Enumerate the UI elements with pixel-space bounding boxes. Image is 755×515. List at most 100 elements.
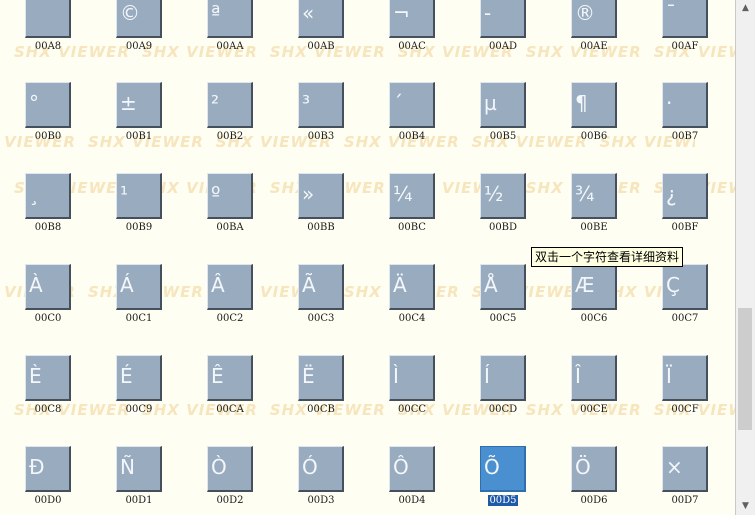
character-code-label[interactable]: 00B2	[200, 131, 260, 143]
character-tile[interactable]: ®	[571, 0, 617, 38]
character-tile[interactable]: Ë	[298, 355, 344, 401]
character-tile[interactable]: Æ	[571, 264, 617, 310]
character-code-label[interactable]: 00D7	[655, 495, 715, 507]
character-code-label[interactable]: 00AF	[655, 41, 715, 53]
character-tile[interactable]: Ô	[389, 446, 435, 492]
character-code-label[interactable]: 00AC	[382, 41, 442, 53]
character-code-label[interactable]: 00CB	[291, 404, 351, 416]
character-code-label[interactable]: 00C7	[655, 313, 715, 325]
character-tile[interactable]: Ó	[298, 446, 344, 492]
character-tile[interactable]: Í	[480, 355, 526, 401]
character-tile[interactable]: Ã	[298, 264, 344, 310]
character-tile[interactable]: Ö	[571, 446, 617, 492]
character-tile[interactable]: ¹	[116, 173, 162, 219]
character-code-label[interactable]: 00D3	[291, 495, 351, 507]
character-code-label[interactable]: 00C9	[109, 404, 169, 416]
character-tile[interactable]: ¯	[662, 0, 708, 38]
character-tile[interactable]: Ì	[389, 355, 435, 401]
character-code-label[interactable]: 00CE	[564, 404, 624, 416]
character-code-label[interactable]: 00AB	[291, 41, 351, 53]
character-code-label[interactable]: 00B1	[109, 131, 169, 143]
character-tile[interactable]: »	[298, 173, 344, 219]
character-tile[interactable]: °	[25, 82, 71, 128]
character-tile[interactable]: Å	[480, 264, 526, 310]
character-tile[interactable]	[25, 0, 71, 38]
character-tile[interactable]: ³	[298, 82, 344, 128]
character-code-label[interactable]: 00C1	[109, 313, 169, 325]
character-code-label[interactable]: 00A9	[109, 41, 169, 53]
character-tile[interactable]: Ï	[662, 355, 708, 401]
character-code-label[interactable]: 00BA	[200, 222, 260, 234]
scroll-up-arrow-icon[interactable]: ▲	[736, 0, 755, 17]
character-tile[interactable]: Î	[571, 355, 617, 401]
character-code-label[interactable]: 00C8	[18, 404, 78, 416]
character-tile[interactable]: ¾	[571, 173, 617, 219]
character-code-label[interactable]: 00D2	[200, 495, 260, 507]
character-tile[interactable]: Ò	[207, 446, 253, 492]
character-tile[interactable]: È	[25, 355, 71, 401]
scroll-down-arrow-icon[interactable]: ▼	[736, 498, 755, 515]
character-tile[interactable]: Ñ	[116, 446, 162, 492]
scrollbar-thumb[interactable]	[738, 308, 752, 430]
character-tile[interactable]: «	[298, 0, 344, 38]
character-code-label[interactable]: 00C5	[473, 313, 533, 325]
character-code-label[interactable]: 00C2	[200, 313, 260, 325]
character-tile[interactable]: É	[116, 355, 162, 401]
character-tile[interactable]: Ä	[389, 264, 435, 310]
character-code-label[interactable]: 00D4	[382, 495, 442, 507]
character-code-label[interactable]: 00B0	[18, 131, 78, 143]
character-tile[interactable]: -	[480, 0, 526, 38]
character-tile[interactable]: Õ	[480, 446, 526, 492]
character-code-label[interactable]: 00AA	[200, 41, 260, 53]
vertical-scrollbar[interactable]: ▲ ▼	[736, 0, 755, 515]
character-code-label[interactable]: 00BC	[382, 222, 442, 234]
character-tile[interactable]: ¶	[571, 82, 617, 128]
character-tile[interactable]: Ç	[662, 264, 708, 310]
character-tile[interactable]: À	[25, 264, 71, 310]
character-code-label[interactable]: 00CF	[655, 404, 715, 416]
character-code-label[interactable]: 00AD	[473, 41, 533, 53]
character-tile[interactable]: Â	[207, 264, 253, 310]
character-code-label[interactable]: 00C0	[18, 313, 78, 325]
character-tile[interactable]: ´	[389, 82, 435, 128]
character-code-label[interactable]: 00B7	[655, 131, 715, 143]
character-code-label[interactable]: 00B8	[18, 222, 78, 234]
character-code-label[interactable]: 00C6	[564, 313, 624, 325]
character-tile[interactable]: º	[207, 173, 253, 219]
character-code-label[interactable]: 00D1	[109, 495, 169, 507]
character-code-label[interactable]: 00B3	[291, 131, 351, 143]
character-code-label[interactable]: 00B6	[564, 131, 624, 143]
character-code-label[interactable]: 00AE	[564, 41, 624, 53]
character-code-label[interactable]: 00C3	[291, 313, 351, 325]
character-tile[interactable]: Ð	[25, 446, 71, 492]
character-code-label[interactable]: 00B4	[382, 131, 442, 143]
character-code-label[interactable]: 00B9	[109, 222, 169, 234]
character-tile[interactable]: ¼	[389, 173, 435, 219]
character-code-label[interactable]: 00A8	[18, 41, 78, 53]
character-code-label[interactable]: 00D6	[564, 495, 624, 507]
character-tile[interactable]: µ	[480, 82, 526, 128]
character-code-label[interactable]: 00CA	[200, 404, 260, 416]
character-tile[interactable]: ¬	[389, 0, 435, 38]
character-tile[interactable]: ª	[207, 0, 253, 38]
character-code-label[interactable]: 00CC	[382, 404, 442, 416]
character-code-label[interactable]: 00D0	[18, 495, 78, 507]
character-tile[interactable]: ·	[662, 82, 708, 128]
character-tile[interactable]: Á	[116, 264, 162, 310]
character-code-label[interactable]: 00D5	[473, 495, 533, 507]
character-code-label[interactable]: 00BB	[291, 222, 351, 234]
character-code-label[interactable]: 00CD	[473, 404, 533, 416]
character-code-label[interactable]: 00BD	[473, 222, 533, 234]
character-code-label[interactable]: 00C4	[382, 313, 442, 325]
character-tile[interactable]: ¸	[25, 173, 71, 219]
character-code-label[interactable]: 00BF	[655, 222, 715, 234]
character-tile[interactable]: ¿	[662, 173, 708, 219]
character-tile[interactable]: ²	[207, 82, 253, 128]
character-code-label[interactable]: 00B5	[473, 131, 533, 143]
character-tile[interactable]: ×	[662, 446, 708, 492]
character-tile[interactable]: ±	[116, 82, 162, 128]
character-tile[interactable]: ©	[116, 0, 162, 38]
character-tile[interactable]: Ê	[207, 355, 253, 401]
character-tile[interactable]: ½	[480, 173, 526, 219]
character-code-label[interactable]: 00BE	[564, 222, 624, 234]
